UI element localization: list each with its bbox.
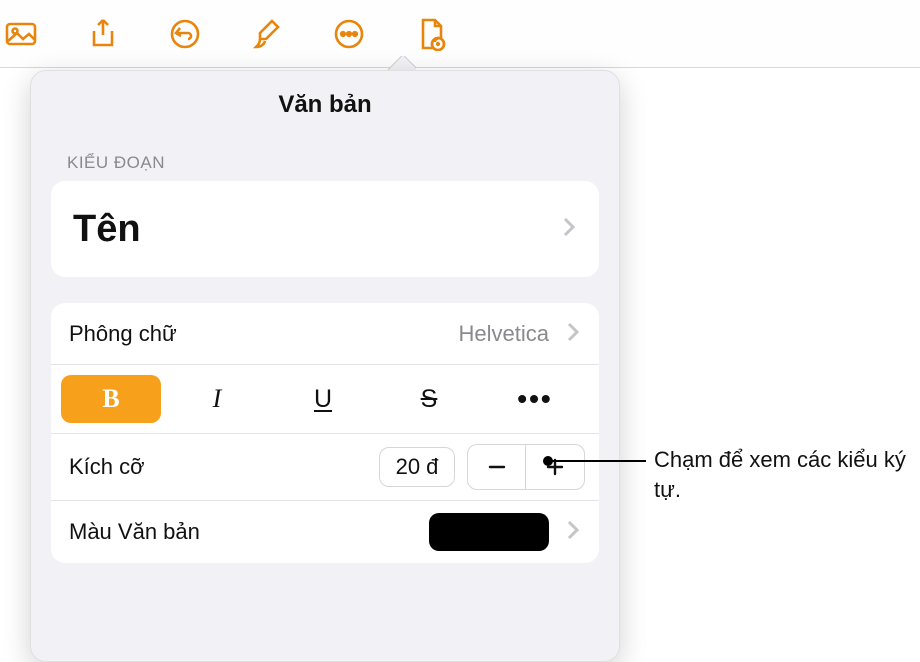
size-decrease-button[interactable] [468,445,526,489]
italic-letter: I [213,384,222,414]
chevron-right-icon [565,519,581,545]
more-text-options-button[interactable]: ••• [485,375,585,423]
share-icon[interactable] [84,15,122,53]
paragraph-style-name: Tên [73,208,141,251]
size-stepper [467,444,585,490]
format-popover: Văn bản KIỂU ĐOẠN Tên Phông chữ Helvetic… [30,70,620,662]
toolbar [0,0,920,68]
strike-letter: S [421,385,438,414]
undo-icon[interactable] [166,15,204,53]
ellipsis-icon: ••• [517,385,552,413]
bold-letter: B [102,384,119,414]
size-label: Kích cỡ [69,454,145,480]
document-icon[interactable] [412,15,450,53]
callout-leader-line [549,460,646,462]
popover-arrow [388,56,416,70]
text-format-card: Phông chữ Helvetica B I U S ••• [51,303,599,563]
text-color-label: Màu Văn bản [69,519,200,545]
chevron-right-icon [561,216,577,242]
underline-button[interactable]: U [273,375,373,423]
more-icon[interactable] [330,15,368,53]
style-buttons-row: B I U S ••• [51,365,599,434]
callout-text: Chạm để xem các kiểu ký tự. [654,445,909,504]
paragraph-style-card: Tên [51,181,599,277]
format-brush-icon[interactable] [248,15,286,53]
font-value: Helvetica [459,321,549,347]
text-color-swatch[interactable] [429,513,549,551]
paragraph-style-section-label: KIỂU ĐOẠN [31,153,619,173]
text-color-row[interactable]: Màu Văn bản [51,501,599,563]
popover-title: Văn bản [31,91,619,153]
paragraph-style-row[interactable]: Tên [51,181,599,277]
font-row[interactable]: Phông chữ Helvetica [51,303,599,365]
size-row: Kích cỡ 20 đ [51,434,599,501]
media-icon[interactable] [2,15,40,53]
italic-button[interactable]: I [167,375,267,423]
strikethrough-button[interactable]: S [379,375,479,423]
chevron-right-icon [565,321,581,347]
size-value[interactable]: 20 đ [379,447,455,487]
underline-letter: U [314,385,332,414]
font-label: Phông chữ [69,321,177,347]
size-increase-button[interactable] [526,445,584,489]
bold-button[interactable]: B [61,375,161,423]
